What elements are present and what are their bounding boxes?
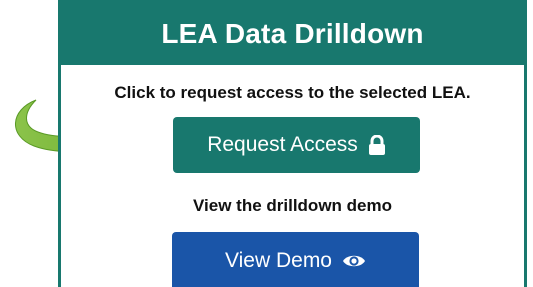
view-demo-button[interactable]: View Demo bbox=[172, 232, 419, 287]
request-access-label: Request Access bbox=[207, 133, 358, 156]
panel-title: LEA Data Drilldown bbox=[161, 18, 424, 49]
lock-icon bbox=[368, 135, 386, 155]
view-demo-label: View Demo bbox=[225, 249, 332, 272]
lea-drilldown-panel: LEA Data Drilldown Click to request acce… bbox=[58, 0, 527, 287]
panel-header: LEA Data Drilldown bbox=[61, 3, 524, 65]
stage: LEA Data Drilldown Click to request acce… bbox=[0, 0, 533, 287]
demo-label: View the drilldown demo bbox=[193, 196, 392, 215]
eye-icon bbox=[342, 252, 366, 270]
request-prompt: Click to request access to the selected … bbox=[114, 83, 471, 102]
request-access-button[interactable]: Request Access bbox=[173, 117, 420, 173]
